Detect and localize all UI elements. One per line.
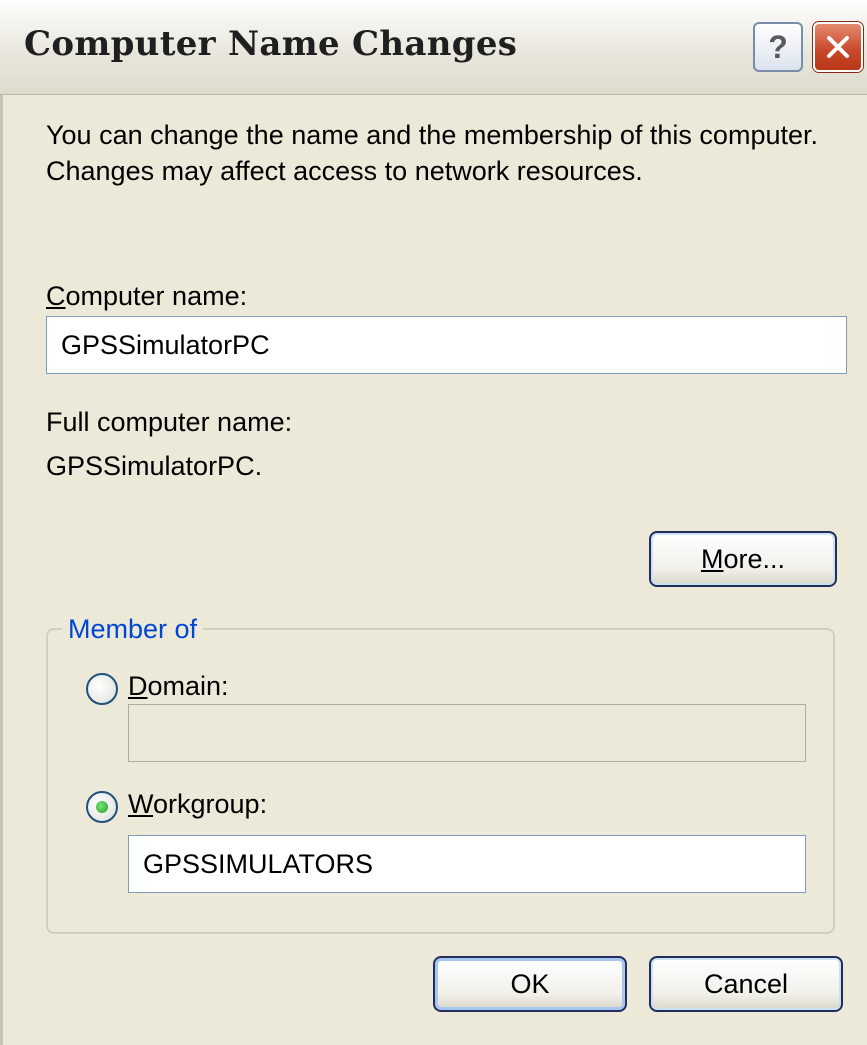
computer-name-label: Computer name: [46, 281, 248, 311]
close-icon [827, 36, 849, 58]
help-button[interactable]: ? [753, 22, 803, 72]
intro-text: You can change the name and the membersh… [46, 120, 818, 186]
cancel-label: Cancel [703, 968, 789, 999]
ok-button[interactable]: OK [433, 956, 627, 1012]
domain-input[interactable] [128, 704, 806, 762]
workgroup-value: GPSSIMULATORS [143, 848, 374, 879]
ok-label: OK [510, 968, 550, 999]
cancel-button[interactable]: Cancel [649, 956, 843, 1012]
member-of-legend: Member of [62, 614, 204, 645]
workgroup-radio[interactable] [86, 791, 118, 823]
help-icon: ? [768, 28, 788, 65]
radio-selected-dot [96, 801, 108, 813]
workgroup-label: Workgroup: [128, 789, 268, 819]
workgroup-input[interactable]: GPSSIMULATORS [128, 835, 806, 893]
close-button[interactable] [813, 22, 863, 72]
domain-label: Domain: [128, 671, 229, 701]
dialog-body: You can change the name and the membersh… [0, 95, 867, 1045]
computer-name-value: GPSSimulatorPC [61, 329, 270, 360]
computer-name-input[interactable]: GPSSimulatorPC [46, 316, 847, 374]
window-frame [0, 95, 3, 1045]
full-computer-name-label: Full computer name: [46, 407, 293, 437]
title-bar: Computer Name Changes ? [0, 0, 867, 95]
window-title: Computer Name Changes [24, 24, 518, 64]
more-button[interactable]: More... [649, 531, 837, 587]
domain-radio[interactable] [86, 673, 118, 705]
full-computer-name-value: GPSSimulatorPC. [46, 451, 263, 481]
